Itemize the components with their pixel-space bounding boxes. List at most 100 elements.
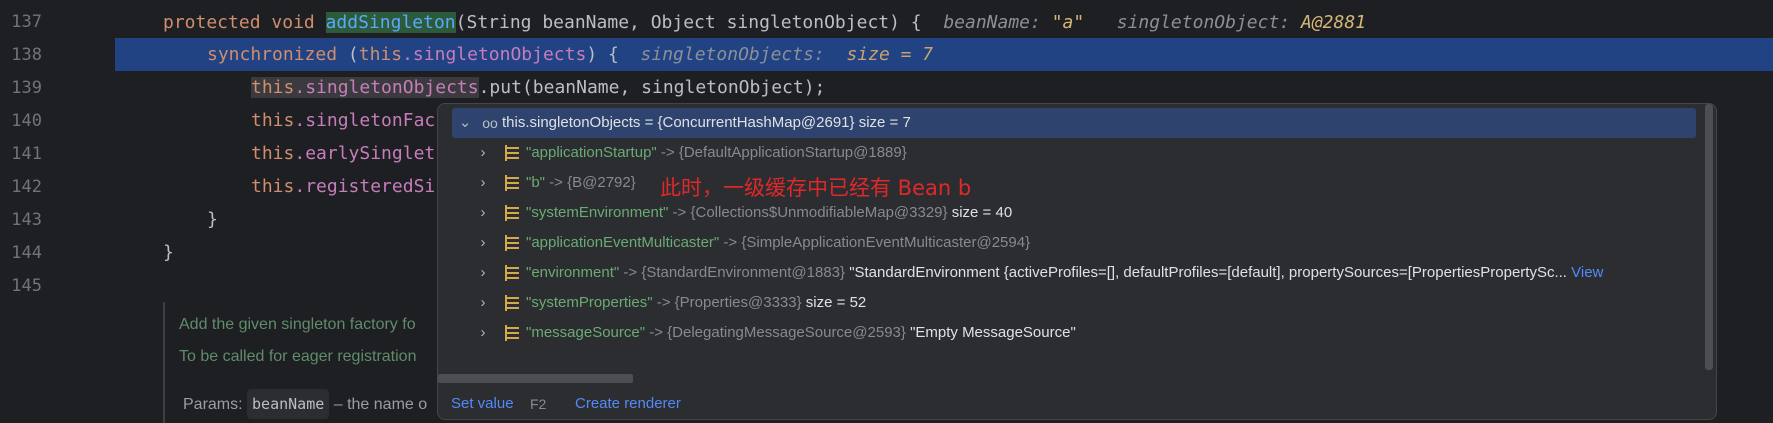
inline-hint-value: "a": [1051, 12, 1085, 33]
tree-entry-row[interactable]: › "applicationEventMulticaster" -> {Simp…: [438, 228, 1700, 258]
map-entry-icon: [505, 295, 519, 311]
chevron-right-icon[interactable]: ›: [476, 228, 490, 258]
entry-key: "applicationStartup": [526, 144, 657, 161]
code-line-142[interactable]: this.registeredSi: [251, 170, 435, 203]
code-line-140[interactable]: this.singletonFac: [251, 104, 435, 137]
vertical-scrollbar[interactable]: [1705, 104, 1713, 370]
keyword: synchronized: [207, 44, 338, 65]
line-number: 140: [11, 111, 42, 131]
field-ref: .registeredSi: [294, 176, 436, 197]
entry-arrow: ->: [656, 294, 671, 311]
view-link[interactable]: View: [1571, 264, 1603, 281]
entry-value: size = 40: [951, 204, 1013, 221]
root-expression: this.singletonObjects = {ConcurrentHashM…: [502, 114, 855, 131]
code-line-141[interactable]: this.earlySinglet: [251, 137, 435, 170]
entry-arrow: ->: [723, 234, 738, 251]
field-ref: .singletonObjects: [402, 44, 587, 65]
debug-value-popup[interactable]: ⌄ oo this.singletonObjects = {Concurrent…: [437, 103, 1717, 420]
inline-hint-label: singletonObject:: [1116, 12, 1291, 33]
map-entry-icon: [505, 145, 519, 161]
line-number: 143: [11, 210, 42, 230]
chevron-right-icon[interactable]: ›: [476, 138, 490, 168]
keyword: this: [251, 77, 295, 98]
entry-key: "systemProperties": [526, 294, 653, 311]
doc-line: To be called for eager registration: [179, 348, 417, 365]
map-entry-icon: [505, 265, 519, 281]
method-params: (String beanName, Object singletonObject…: [455, 12, 922, 33]
params-label: Params:: [183, 396, 243, 413]
chevron-right-icon[interactable]: ›: [476, 258, 490, 288]
keyword: protected: [163, 12, 261, 33]
entry-key: "applicationEventMulticaster": [526, 234, 720, 251]
code-line-138[interactable]: synchronized (this.singletonObjects) { s…: [207, 38, 933, 71]
map-entry-icon: [505, 235, 519, 251]
keyword: void: [271, 12, 315, 33]
entry-value: "StandardEnvironment {activeProfiles=[],…: [849, 264, 1567, 281]
line-number: 145: [11, 276, 42, 296]
shortcut-hint: F2: [530, 396, 547, 412]
entry-type: {DefaultApplicationStartup@1889}: [678, 144, 907, 161]
code-line-143[interactable]: }: [207, 203, 218, 236]
root-size: size = 7: [858, 114, 911, 131]
entry-type: {DelegatingMessageSource@2593}: [667, 324, 906, 341]
entry-key: "environment": [526, 264, 620, 281]
watch-glasses-icon: oo: [482, 115, 498, 131]
horizontal-scrollbar[interactable]: [438, 374, 633, 383]
chevron-right-icon[interactable]: ›: [476, 198, 490, 228]
entry-arrow: ->: [623, 264, 638, 281]
param-chip: beanName: [247, 389, 330, 419]
keyword: this: [251, 143, 295, 164]
tree-entry-row[interactable]: › "messageSource" -> {DelegatingMessageS…: [438, 318, 1700, 348]
keyword: this: [358, 44, 403, 65]
inline-hint-label: singletonObjects:: [640, 44, 825, 65]
inline-hint-label: beanName:: [943, 12, 1041, 33]
doc-params: Params: beanName – the name o: [183, 389, 427, 419]
tree-entry-row[interactable]: › "systemProperties" -> {Properties@3333…: [438, 288, 1700, 318]
line-number: 138: [11, 45, 42, 65]
param-desc: – the name o: [333, 396, 428, 413]
entry-arrow: ->: [649, 324, 663, 341]
map-entry-icon: [505, 325, 519, 341]
entry-type: {Collections$UnmodifiableMap@3329}: [690, 204, 948, 221]
entry-type: {SimpleApplicationEventMulticaster@2594}: [741, 234, 1031, 251]
code-line-137[interactable]: protected void addSingleton(String beanN…: [163, 6, 1366, 39]
popup-footer: Set value F2 Create renderer: [438, 389, 1716, 419]
annotation-text: 此时，一级缓存中已经有 Bean b: [660, 176, 972, 200]
code-line-144[interactable]: }: [163, 236, 174, 269]
keyword: this: [251, 110, 295, 131]
inline-hint-value: size = 7: [846, 44, 934, 65]
line-number: 139: [11, 78, 42, 98]
code-token: ) {: [586, 44, 619, 65]
doc-line: Add the given singleton factory fo: [179, 316, 416, 333]
entry-arrow: ->: [549, 174, 563, 191]
create-renderer-link[interactable]: Create renderer: [575, 389, 681, 419]
chevron-right-icon[interactable]: ›: [476, 288, 490, 318]
code-token: (: [337, 44, 359, 65]
field-ref: .singletonObjects: [294, 77, 479, 98]
tree-entry-row[interactable]: › "environment" -> {StandardEnvironment@…: [438, 258, 1700, 288]
chevron-right-icon[interactable]: ›: [476, 168, 490, 198]
entry-type: {Properties@3333}: [674, 294, 802, 311]
entry-type: {B@2792}: [567, 174, 636, 191]
tree-entry-row[interactable]: › "b" -> {B@2792}: [438, 168, 1700, 198]
map-entry-icon: [505, 205, 519, 221]
line-number: 137: [11, 12, 42, 32]
line-number: 141: [11, 144, 42, 164]
entry-arrow: ->: [672, 204, 687, 221]
tree-entry-row[interactable]: › "systemEnvironment" -> {Collections$Un…: [438, 198, 1700, 228]
keyword: this: [251, 176, 295, 197]
method-name: addSingleton: [325, 12, 456, 33]
tree-root-row[interactable]: ⌄ oo this.singletonObjects = {Concurrent…: [452, 108, 1696, 138]
chevron-down-icon[interactable]: ⌄: [458, 108, 472, 138]
line-gutter: 137 138 139 140 141 142 143 144 145: [0, 0, 100, 423]
field-ref: .singletonFac: [294, 110, 436, 131]
chevron-right-icon[interactable]: ›: [476, 318, 490, 348]
set-value-link[interactable]: Set value: [451, 389, 514, 419]
code-line-139[interactable]: this.singletonObjects.put(beanName, sing…: [251, 71, 825, 104]
tree-entry-row[interactable]: › "applicationStartup" -> {DefaultApplic…: [438, 138, 1700, 168]
entry-value: size = 52: [805, 294, 867, 311]
entry-key: "b": [526, 174, 545, 191]
entry-key: "messageSource": [526, 324, 646, 341]
code-token: .put(beanName, singletonObject);: [478, 77, 826, 98]
entry-value: "Empty MessageSource": [910, 324, 1076, 341]
